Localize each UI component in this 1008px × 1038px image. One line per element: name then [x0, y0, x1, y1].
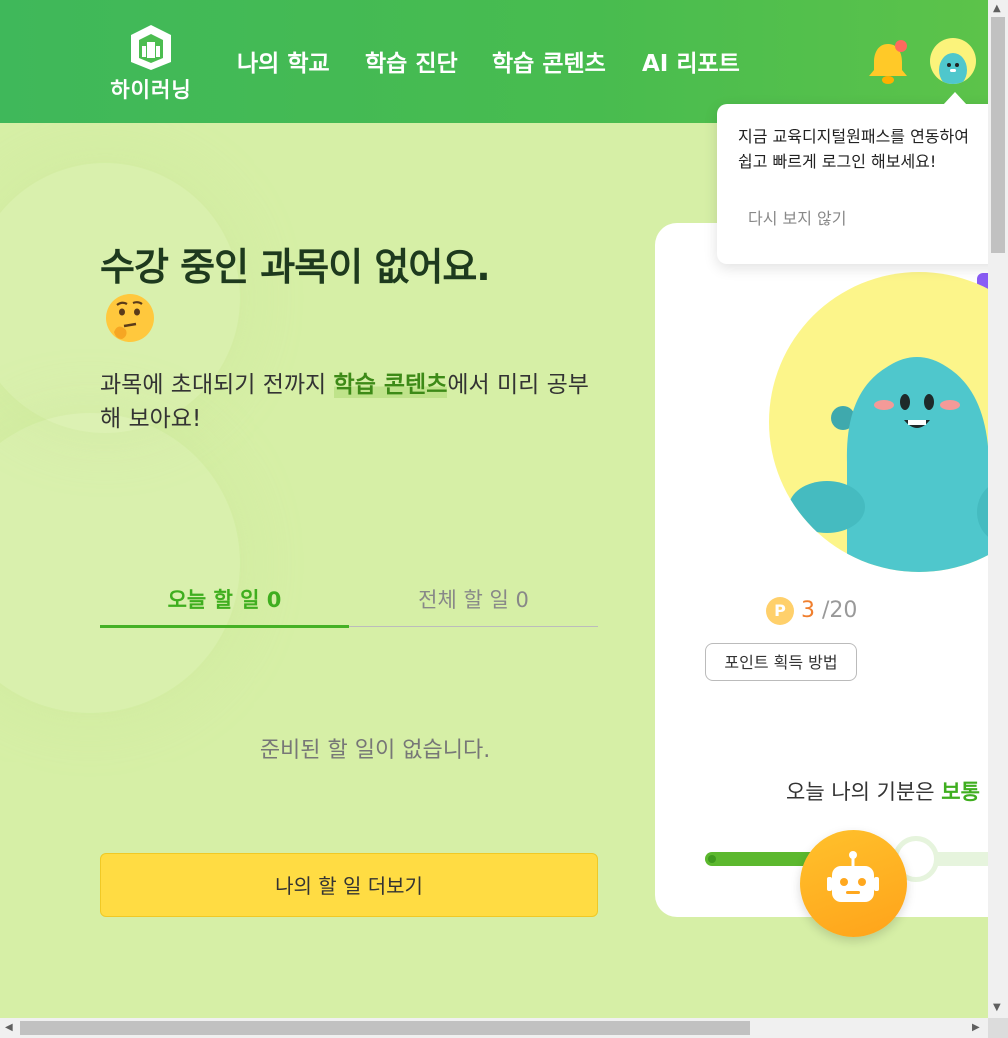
scrollbar-corner — [988, 1018, 1008, 1038]
nav-ai-report[interactable]: AI 리포트 — [642, 44, 740, 78]
background-blob — [0, 413, 240, 713]
tooltip-line-1: 지금 교육디지털원패스를 연동하여 — [738, 127, 969, 146]
logo-text: 하이러닝 — [110, 78, 192, 102]
nav-diagnosis[interactable]: 학습 진단 — [365, 44, 458, 78]
mood-text: 오늘 나의 기분은 보통 — [786, 776, 980, 806]
nav-my-school[interactable]: 나의 학교 — [237, 44, 330, 78]
tooltip-arrow — [943, 92, 967, 105]
character-illustration — [767, 272, 1008, 572]
point-guide-button[interactable]: 포인트 획득 방법 — [705, 643, 857, 681]
hi-learning-logo[interactable]: 하이러닝 — [105, 22, 197, 102]
subtitle-text-before: 과목에 초대되기 전까지 — [100, 372, 334, 398]
vertical-scroll-thumb[interactable] — [991, 17, 1005, 253]
points-total: /20 — [822, 598, 858, 623]
nav-contents[interactable]: 학습 콘텐츠 — [492, 44, 606, 78]
logo-icon — [131, 25, 171, 70]
points-display: P 3 /20 — [766, 597, 857, 625]
scroll-left-arrow-icon[interactable]: ◀ — [5, 1022, 13, 1033]
scroll-up-arrow-icon[interactable]: ▲ — [993, 3, 1001, 14]
tooltip-message: 지금 교육디지털원패스를 연동하여 쉽고 빠르게 로그인 해보세요! — [738, 124, 1008, 174]
coin-icon: P — [766, 597, 794, 625]
scroll-down-arrow-icon[interactable]: ▼ — [993, 1002, 1001, 1013]
horizontal-scroll-thumb[interactable] — [20, 1021, 750, 1035]
tooltip-line-2: 쉽고 빠르게 로그인 해보세요! — [738, 152, 937, 171]
page-subtitle: 과목에 초대되기 전까지 학습 콘텐츠에서 미리 공부해 보아요! — [100, 368, 600, 436]
mood-prefix: 오늘 나의 기분은 — [786, 780, 942, 804]
points-current: 3 — [801, 598, 815, 623]
mood-slider-start-dot — [708, 855, 716, 863]
bell-icon — [869, 40, 907, 84]
tab-all-tasks[interactable]: 전체 할 일 0 — [349, 584, 598, 614]
empty-tasks-message: 준비된 할 일이 없습니다. — [259, 738, 491, 763]
scroll-right-arrow-icon[interactable]: ▶ — [972, 1022, 980, 1033]
notification-bell-button[interactable] — [866, 38, 912, 86]
mood-value: 보통 — [941, 780, 980, 804]
dont-show-again-button[interactable]: 다시 보지 않기 — [748, 205, 847, 229]
tab-today-tasks[interactable]: 오늘 할 일 0 — [100, 584, 349, 614]
profile-avatar[interactable] — [930, 38, 976, 84]
subtitle-highlight-link[interactable]: 학습 콘텐츠 — [333, 372, 448, 398]
chatbot-robot-icon — [827, 851, 879, 902]
avatar-icon — [939, 53, 967, 84]
page-title: 수강 중인 과목이 없어요. — [100, 245, 491, 289]
chatbot-button[interactable] — [800, 830, 907, 937]
thinking-face-emoji — [104, 292, 156, 344]
tab-active-indicator — [100, 625, 349, 628]
more-tasks-button[interactable]: 나의 할 일 더보기 — [100, 853, 598, 917]
